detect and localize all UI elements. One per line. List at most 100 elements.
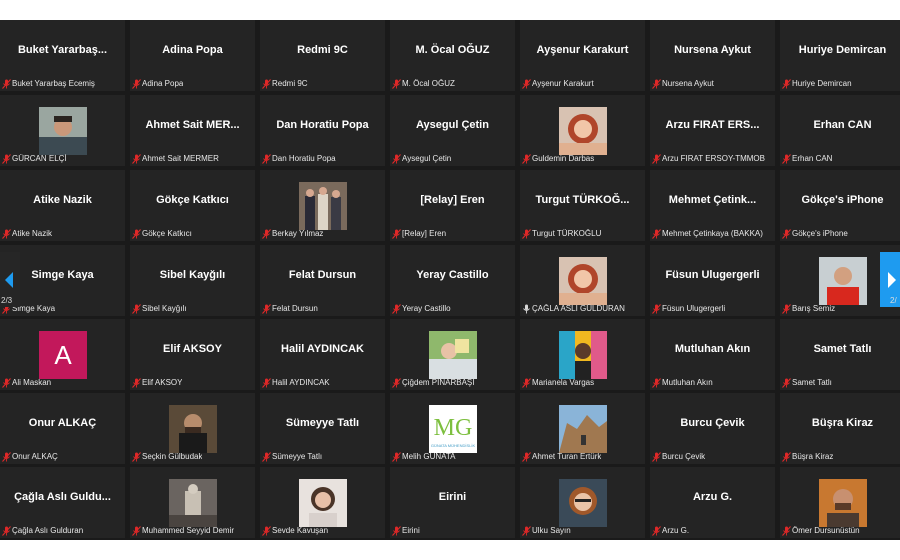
- mic-muted-icon: [522, 451, 531, 462]
- participant-tile[interactable]: Çağla Aslı Guldu... Çağla Aslı Gulduran: [0, 467, 125, 538]
- mic-muted-icon: [132, 153, 141, 164]
- participant-tile[interactable]: Büşra Kiraz Büşra Kiraz: [780, 393, 900, 464]
- participant-tile[interactable]: A Ali Maskan: [0, 319, 125, 390]
- participant-tile[interactable]: MG GÜNATA MÜHENDİSLİK Melih GÜNATA: [390, 393, 515, 464]
- participant-tile[interactable]: Yeray Castillo Yeray Castillo: [390, 245, 515, 316]
- mic-muted-icon: [2, 525, 11, 536]
- participant-display-name: Eirini: [438, 491, 467, 503]
- participant-tile[interactable]: Redmi 9C Redmi 9C: [260, 20, 385, 91]
- prev-page-button[interactable]: 2/3: [0, 252, 20, 307]
- participant-tile[interactable]: Arzu G. Arzu G.: [650, 467, 775, 538]
- participant-tile[interactable]: Erhan CAN Erhan CAN: [780, 95, 900, 166]
- participant-display-name: Sümeyye Tatlı: [285, 417, 360, 429]
- participant-tile[interactable]: Ayşenur Karakurt Ayşenur Karakurt: [520, 20, 645, 91]
- participant-name: Çiğdem PINARBAŞI: [402, 377, 475, 387]
- participant-display-name: Halil AYDINCAK: [281, 343, 364, 355]
- participant-tile[interactable]: Berkay Yılmaz: [260, 170, 385, 241]
- participant-display-name: Ayşenur Karakurt: [536, 44, 629, 56]
- mic-muted-icon: [782, 303, 791, 314]
- mic-muted-icon: [262, 525, 271, 536]
- participant-tile[interactable]: Sevde Kavuşan: [260, 467, 385, 538]
- mic-muted-icon: [262, 451, 271, 462]
- participant-tile[interactable]: Seçkin Gülbudak: [130, 393, 255, 464]
- participant-name: Barış Semiz: [792, 303, 836, 313]
- participant-video-thumbnail: [169, 405, 217, 453]
- participant-tile[interactable]: Samet Tatlı Samet Tatlı: [780, 319, 900, 390]
- participant-name: Ali Maskan: [12, 377, 52, 387]
- participant-tile[interactable]: Elif AKSOY Elif AKSOY: [130, 319, 255, 390]
- participant-tile[interactable]: GÜRCAN ELÇİ: [0, 95, 125, 166]
- participant-tile[interactable]: Huriye Demircan Huriye Demircan: [780, 20, 900, 91]
- participant-tile[interactable]: Eirini Eirini: [390, 467, 515, 538]
- participant-tile[interactable]: Gökçe Katkıcı Gökçe Katkıcı: [130, 170, 255, 241]
- participant-display-name: [Relay] Eren: [420, 194, 485, 206]
- participant-tile[interactable]: Ömer Dursunüstün: [780, 467, 900, 538]
- mic-muted-icon: [132, 377, 141, 388]
- participant-display-name: Felat Dursun: [288, 269, 357, 281]
- participant-name-label: Gökçe Katkıcı: [132, 228, 253, 239]
- participant-name: Büşra Kiraz: [792, 451, 834, 461]
- participant-name: ÇAĞLA ASLI GÜLDURAN: [532, 303, 625, 313]
- participant-tile[interactable]: Turgut TÜRKOĞ... Turgut TÜRKOĞLU: [520, 170, 645, 241]
- participant-tile[interactable]: Sümeyye Tatlı Sümeyye Tatlı: [260, 393, 385, 464]
- participant-tile[interactable]: Dan Horatiu Popa Dan Horatiu Popa: [260, 95, 385, 166]
- participant-name-label: Arzu G.: [652, 525, 773, 536]
- participant-name-label: Adina Popa: [132, 78, 253, 89]
- participant-tile[interactable]: Buket Yararbaş... Buket Yararbaş Ecemiş: [0, 20, 125, 91]
- participant-tile[interactable]: Guldemin Darbas: [520, 95, 645, 166]
- mic-muted-icon: [2, 451, 11, 462]
- participant-tile[interactable]: Adina Popa Adina Popa: [130, 20, 255, 91]
- next-page-button[interactable]: 2/: [880, 252, 900, 307]
- participant-tile[interactable]: Arzu FIRAT ERS... Arzu FIRAT ERSOY-TMMOB: [650, 95, 775, 166]
- participant-name-label: Elif AKSOY: [132, 377, 253, 388]
- participant-tile[interactable]: Aysegul Çetin Aysegul Çetin: [390, 95, 515, 166]
- participant-name: Çağla Aslı Gulduran: [12, 525, 84, 535]
- participant-tile[interactable]: Burcu Çevik Burcu Çevik: [650, 393, 775, 464]
- participant-tile[interactable]: Muhammed Seyyid Demir: [130, 467, 255, 538]
- participant-tile[interactable]: [Relay] Eren [Relay] Eren: [390, 170, 515, 241]
- participant-name-label: Samet Tatlı: [782, 377, 900, 388]
- participant-display-name: Burcu Çevik: [680, 417, 745, 429]
- mic-muted-icon: [132, 525, 141, 536]
- participant-name: Arzu FIRAT ERSOY-TMMOB: [662, 153, 765, 163]
- participant-video-thumbnail: [559, 257, 607, 305]
- participant-name: Aysegul Çetin: [402, 153, 452, 163]
- participant-tile[interactable]: Mutluhan Akın Mutluhan Akın: [650, 319, 775, 390]
- participant-display-name: Huriye Demircan: [798, 44, 887, 56]
- participant-tile[interactable]: Ulku Sayın: [520, 467, 645, 538]
- participant-tile[interactable]: Halil AYDINCAK Halil AYDINCAK: [260, 319, 385, 390]
- participant-display-name: Mutluhan Akın: [674, 343, 751, 355]
- participant-name-label: Ömer Dursunüstün: [782, 525, 900, 536]
- mic-muted-icon: [392, 377, 401, 388]
- mic-muted-icon: [392, 303, 401, 314]
- mic-muted-icon: [2, 228, 11, 239]
- participant-tile[interactable]: Atike Nazik Atike Nazik: [0, 170, 125, 241]
- participant-tile[interactable]: Mehmet Çetink... Mehmet Çetinkaya (BAKKA): [650, 170, 775, 241]
- participant-display-name: Yeray Castillo: [416, 269, 489, 281]
- participant-tile[interactable]: Felat Dursun Felat Dursun: [260, 245, 385, 316]
- mic-muted-icon: [522, 153, 531, 164]
- participant-display-name: Çağla Aslı Guldu...: [14, 491, 111, 503]
- participant-tile[interactable]: Ahmet Sait MER... Ahmet Sait MERMER: [130, 95, 255, 166]
- participant-name-label: Muhammed Seyyid Demir: [132, 525, 253, 536]
- participant-tile[interactable]: ÇAĞLA ASLI GÜLDURAN: [520, 245, 645, 316]
- participant-tile[interactable]: Füsun Ulugergerli Füsun Ulugergerli: [650, 245, 775, 316]
- participant-name-label: Redmi 9C: [262, 78, 383, 89]
- participant-tile[interactable]: Çiğdem PINARBAŞI: [390, 319, 515, 390]
- participant-tile[interactable]: Nursena Aykut Nursena Aykut: [650, 20, 775, 91]
- participant-tile[interactable]: Sibel Kayğılı Sibel Kayğılı: [130, 245, 255, 316]
- participant-name-label: Yeray Castillo: [392, 303, 513, 314]
- participant-display-name: Adina Popa: [162, 44, 223, 56]
- logo-caption: GÜNATA MÜHENDİSLİK: [431, 443, 476, 448]
- mic-muted-icon: [782, 78, 791, 89]
- participant-tile[interactable]: Gökçe's iPhone Gökçe's iPhone: [780, 170, 900, 241]
- participant-tile[interactable]: M. Öcal OĞUZ M. Öcal OĞUZ: [390, 20, 515, 91]
- participant-tile[interactable]: Ahmet Turan Ertürk: [520, 393, 645, 464]
- participant-tile[interactable]: Onur ALKAÇ Onur ALKAÇ: [0, 393, 125, 464]
- mic-muted-icon: [652, 228, 661, 239]
- participant-display-name: Ahmet Sait MER...: [145, 119, 240, 131]
- participant-name: Eirini: [402, 525, 420, 535]
- participant-tile[interactable]: Marianela Vargas: [520, 319, 645, 390]
- participant-name-label: Gökçe's iPhone: [782, 228, 900, 239]
- mic-muted-icon: [262, 377, 271, 388]
